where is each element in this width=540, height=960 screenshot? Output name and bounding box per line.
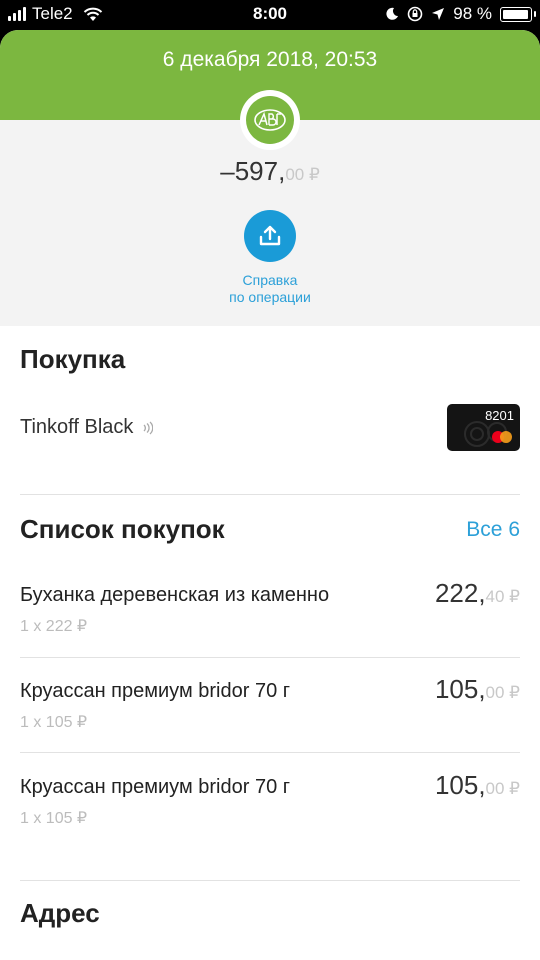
mastercard-icon <box>492 431 512 443</box>
receipt-link[interactable]: Справка по операции <box>0 272 540 306</box>
operation-amount: –597,00 ₽ <box>0 156 540 187</box>
contactless-icon <box>143 421 154 434</box>
divider <box>20 752 520 753</box>
all-items-link[interactable]: Все 6 <box>466 518 520 542</box>
list-item[interactable]: Круассан премиум bridor 70 г 1 x 105 ₽ 1… <box>0 770 540 872</box>
item-name: Буханка деревенская из каменно <box>20 584 330 606</box>
address-title: Адрес <box>20 898 100 928</box>
item-name: Круассан премиум bridor 70 г <box>20 776 291 798</box>
item-price: 105,00 ₽ <box>434 674 520 704</box>
location-icon <box>432 8 445 20</box>
battery-percent: 98 % <box>453 4 492 23</box>
operation-date: 6 декабря 2018, 20:53 <box>162 48 378 71</box>
item-qty: 1 x 222 ₽ <box>20 618 88 635</box>
divider <box>20 880 520 881</box>
list-item[interactable]: Буханка деревенская из каменно 1 x 222 ₽… <box>0 578 540 680</box>
item-price: 222,40 ₽ <box>434 578 520 608</box>
item-qty: 1 x 105 ₽ <box>20 810 88 827</box>
rotation-lock-icon <box>407 6 423 22</box>
list-item[interactable]: Круассан премиум bridor 70 г 1 x 105 ₽ 1… <box>0 674 540 776</box>
divider <box>20 494 520 495</box>
card-last4: 8201 <box>485 408 514 423</box>
amount-main: –597, <box>220 156 286 186</box>
purchase-title: Покупка <box>20 344 126 374</box>
upload-icon <box>259 225 281 246</box>
moon-icon <box>386 7 399 20</box>
receipt-share-button[interactable] <box>244 210 296 262</box>
card-name: Tinkoff Black <box>20 416 134 438</box>
battery-icon <box>500 6 536 22</box>
card-image[interactable]: 8201 <box>447 404 520 451</box>
purchase-list-title: Список покупок <box>20 514 225 544</box>
merchant-logo-icon <box>246 96 294 144</box>
item-price: 105,00 ₽ <box>434 770 520 800</box>
item-qty: 1 x 105 ₽ <box>20 714 88 731</box>
status-bar: Tele2 8:00 98 % <box>0 0 540 30</box>
item-name: Круассан премиум bridor 70 г <box>20 680 291 702</box>
amount-cents: 00 ₽ <box>285 165 320 184</box>
divider <box>20 657 520 658</box>
operation-sheet: 6 декабря 2018, 20:53 –597,00 ₽ Справка … <box>0 30 540 960</box>
card-row[interactable]: Tinkoff Black <box>20 416 154 439</box>
